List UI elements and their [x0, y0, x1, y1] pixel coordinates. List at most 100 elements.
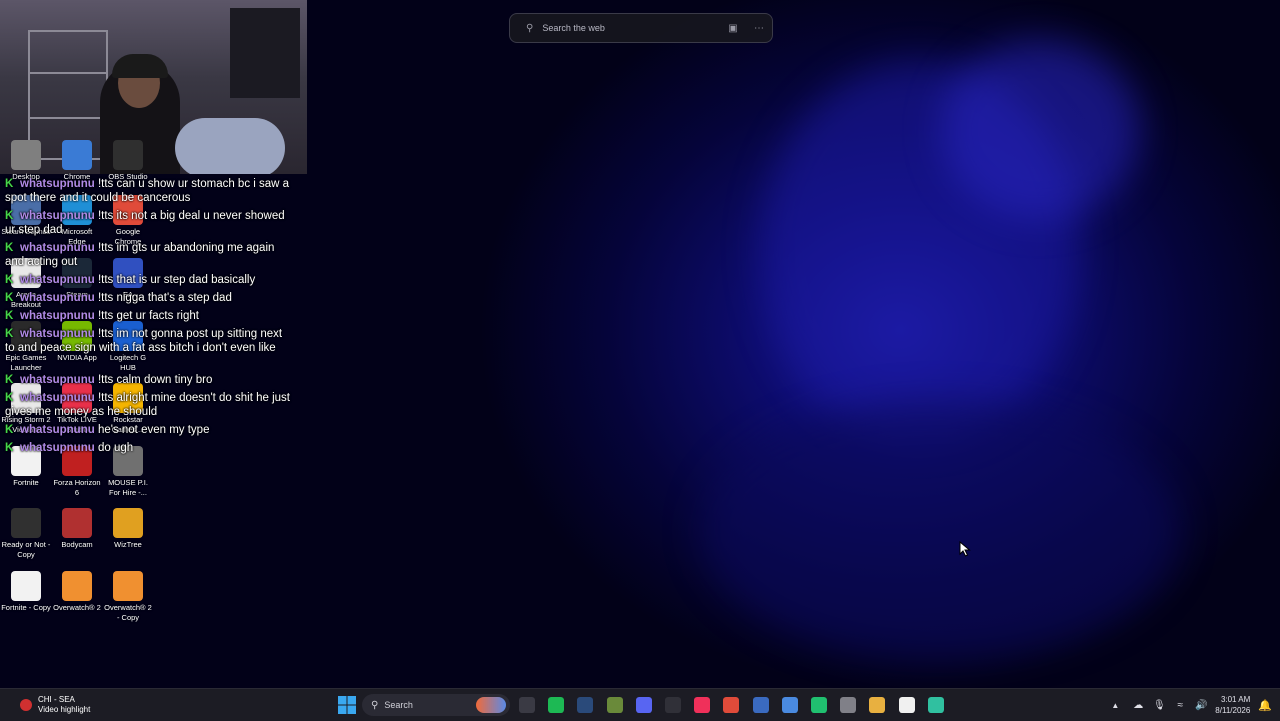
spotify-icon[interactable] — [548, 697, 564, 713]
obs-icon[interactable] — [665, 697, 681, 713]
chat-badge-icon: K — [5, 442, 14, 454]
search-highlight-icon — [476, 697, 506, 713]
chrome-icon[interactable] — [723, 697, 739, 713]
desktop-icon-label: Overwatch® 2 - Copy — [104, 603, 152, 622]
chat-username: whatsupnunu — [20, 310, 95, 322]
folder-icon[interactable] — [869, 697, 885, 713]
chat-message: Kwhatsupnunu !tts its not a big deal u n… — [5, 210, 293, 237]
desktop-icon[interactable]: Chrome — [52, 140, 102, 182]
chat-username: whatsupnunu — [20, 178, 95, 190]
widget-title: CHI - SEA — [38, 695, 75, 704]
chat-badge-icon: K — [5, 210, 14, 222]
chat-username: whatsupnunu — [20, 292, 95, 304]
app-icon — [62, 571, 92, 601]
desktop-icon[interactable]: Fortnite - Copy — [1, 571, 51, 613]
file-explorer-icon[interactable] — [519, 697, 535, 713]
web-search-bar[interactable]: ⚲ Search the web ▣ ⋯ — [509, 13, 773, 43]
visual-search-icon[interactable]: ▣ — [720, 23, 746, 34]
more-options-icon[interactable]: ⋯ — [746, 23, 772, 34]
taskbar-search-label: Search — [384, 700, 413, 710]
desktop-icon-label: Epic Games Launcher — [5, 353, 47, 372]
chat-text: !tts calm down tiny bro — [97, 374, 213, 386]
chat-badge-icon: K — [5, 328, 14, 340]
volume-icon[interactable]: 🔊 — [1194, 700, 1208, 711]
windows-logo-icon — [338, 696, 356, 714]
chat-badge-icon: K — [5, 274, 14, 286]
wifi-icon[interactable]: ≈ — [1173, 700, 1187, 711]
notepad-icon[interactable] — [782, 697, 798, 713]
app-icon — [113, 140, 143, 170]
chat-badge-icon: K — [5, 178, 14, 190]
app-icon — [11, 140, 41, 170]
start-button[interactable] — [337, 695, 357, 715]
chat-text: !tts get ur facts right — [97, 310, 199, 322]
desktop-icon[interactable]: Overwatch® 2 — [52, 571, 102, 613]
chat-username: whatsupnunu — [20, 242, 95, 254]
desktop-icon[interactable]: Bodycam — [52, 508, 102, 550]
desktop-icon-label: Ready or Not - Copy — [1, 540, 51, 559]
desktop-icon-label: Overwatch® 2 — [53, 603, 101, 612]
chat-message: Kwhatsupnunu !tts can u show ur stomach … — [5, 178, 293, 205]
chat-badge-icon: K — [5, 242, 14, 254]
grey-app-icon[interactable] — [840, 697, 856, 713]
desktop-icon-label: Logitech G HUB — [109, 353, 147, 372]
widget-icon — [20, 699, 32, 711]
desktop-icon[interactable]: Overwatch® 2 - Copy — [103, 571, 153, 623]
chat-message: Kwhatsupnunu !tts alright mine doesn't d… — [5, 392, 293, 419]
terminal-icon[interactable] — [899, 697, 915, 713]
chat-message: Kwhatsupnunu he's not even my type — [5, 424, 293, 438]
app-icon — [113, 571, 143, 601]
show-hidden-icons-icon[interactable]: ▲ — [1111, 701, 1119, 710]
chat-badge-icon: K — [5, 292, 14, 304]
desktop-icon-label: Fortnite - Copy — [1, 603, 51, 612]
chat-text: !tts that is ur step dad basically — [97, 274, 256, 286]
chat-text: do ugh — [97, 442, 134, 454]
green-app-icon[interactable] — [811, 697, 827, 713]
chat-badge-icon: K — [5, 374, 14, 386]
chat-badge-icon: K — [5, 310, 14, 322]
chat-badge-icon: K — [5, 424, 14, 436]
desktop-icon-label: WizTree — [114, 540, 142, 549]
minecraft-icon[interactable] — [607, 697, 623, 713]
chat-username: whatsupnunu — [20, 392, 95, 404]
search-icon: ⚲ — [526, 22, 534, 34]
clock[interactable]: 3:01 AM 8/11/2026 — [1215, 694, 1250, 716]
clock-time: 3:01 AM — [1220, 695, 1251, 704]
app-window-icon[interactable] — [753, 697, 769, 713]
onedrive-icon[interactable]: ☁ — [1131, 700, 1145, 711]
steam-icon[interactable] — [577, 697, 593, 713]
chat-username: whatsupnunu — [20, 424, 95, 436]
chat-message: Kwhatsupnunu !tts calm down tiny bro — [5, 374, 293, 388]
microphone-icon[interactable]: 🎙 — [1152, 700, 1166, 711]
clock-date: 8/11/2026 — [1215, 706, 1251, 715]
system-tray: ▲ ☁ 🎙 ≈ 🔊 3:01 AM 8/11/2026 🔔 — [1111, 693, 1272, 717]
desktop-icon[interactable]: Desktop — [1, 140, 51, 182]
desktop-icon-label: Forza Horizon 6 — [53, 478, 101, 497]
taskbar-search[interactable]: ⚲ Search — [362, 694, 510, 716]
notification-bell-icon[interactable]: 🔔 — [1258, 699, 1272, 712]
app-icon — [11, 571, 41, 601]
chat-badge-icon: K — [5, 392, 14, 404]
desktop-icon[interactable]: WizTree — [103, 508, 153, 550]
search-icon: ⚲ — [371, 699, 379, 711]
weather-widget[interactable]: CHI - SEA Video highlight — [20, 693, 90, 717]
desktop-icon[interactable]: OBS Studio — [103, 140, 153, 182]
chat-message: Kwhatsupnunu !tts nigga that's a step da… — [5, 292, 293, 306]
chat-message: Kwhatsupnunu !tts im not gonna post up s… — [5, 328, 293, 355]
chat-message: Kwhatsupnunu !tts im gts ur abandoning m… — [5, 242, 293, 269]
capcut-icon[interactable] — [928, 697, 944, 713]
desktop-icon-label: Bodycam — [61, 540, 93, 549]
app-icon — [113, 508, 143, 538]
chat-username: whatsupnunu — [20, 328, 95, 340]
discord-icon[interactable] — [636, 697, 652, 713]
desktop-icon[interactable]: Ready or Not - Copy — [1, 508, 51, 560]
search-input[interactable]: Search the web — [542, 23, 720, 33]
desktop-icon-label: MOUSE P.I. For Hire -... — [108, 478, 148, 497]
chat-username: whatsupnunu — [20, 274, 95, 286]
chat-text: he's not even my type — [97, 424, 210, 436]
widget-subtitle: Video highlight — [38, 705, 91, 714]
itunes-icon[interactable] — [694, 697, 710, 713]
taskbar: CHI - SEA Video highlight ⚲ Search ▲ ☁ 🎙… — [0, 688, 1280, 721]
chat-username: whatsupnunu — [20, 374, 95, 386]
app-icon — [11, 508, 41, 538]
